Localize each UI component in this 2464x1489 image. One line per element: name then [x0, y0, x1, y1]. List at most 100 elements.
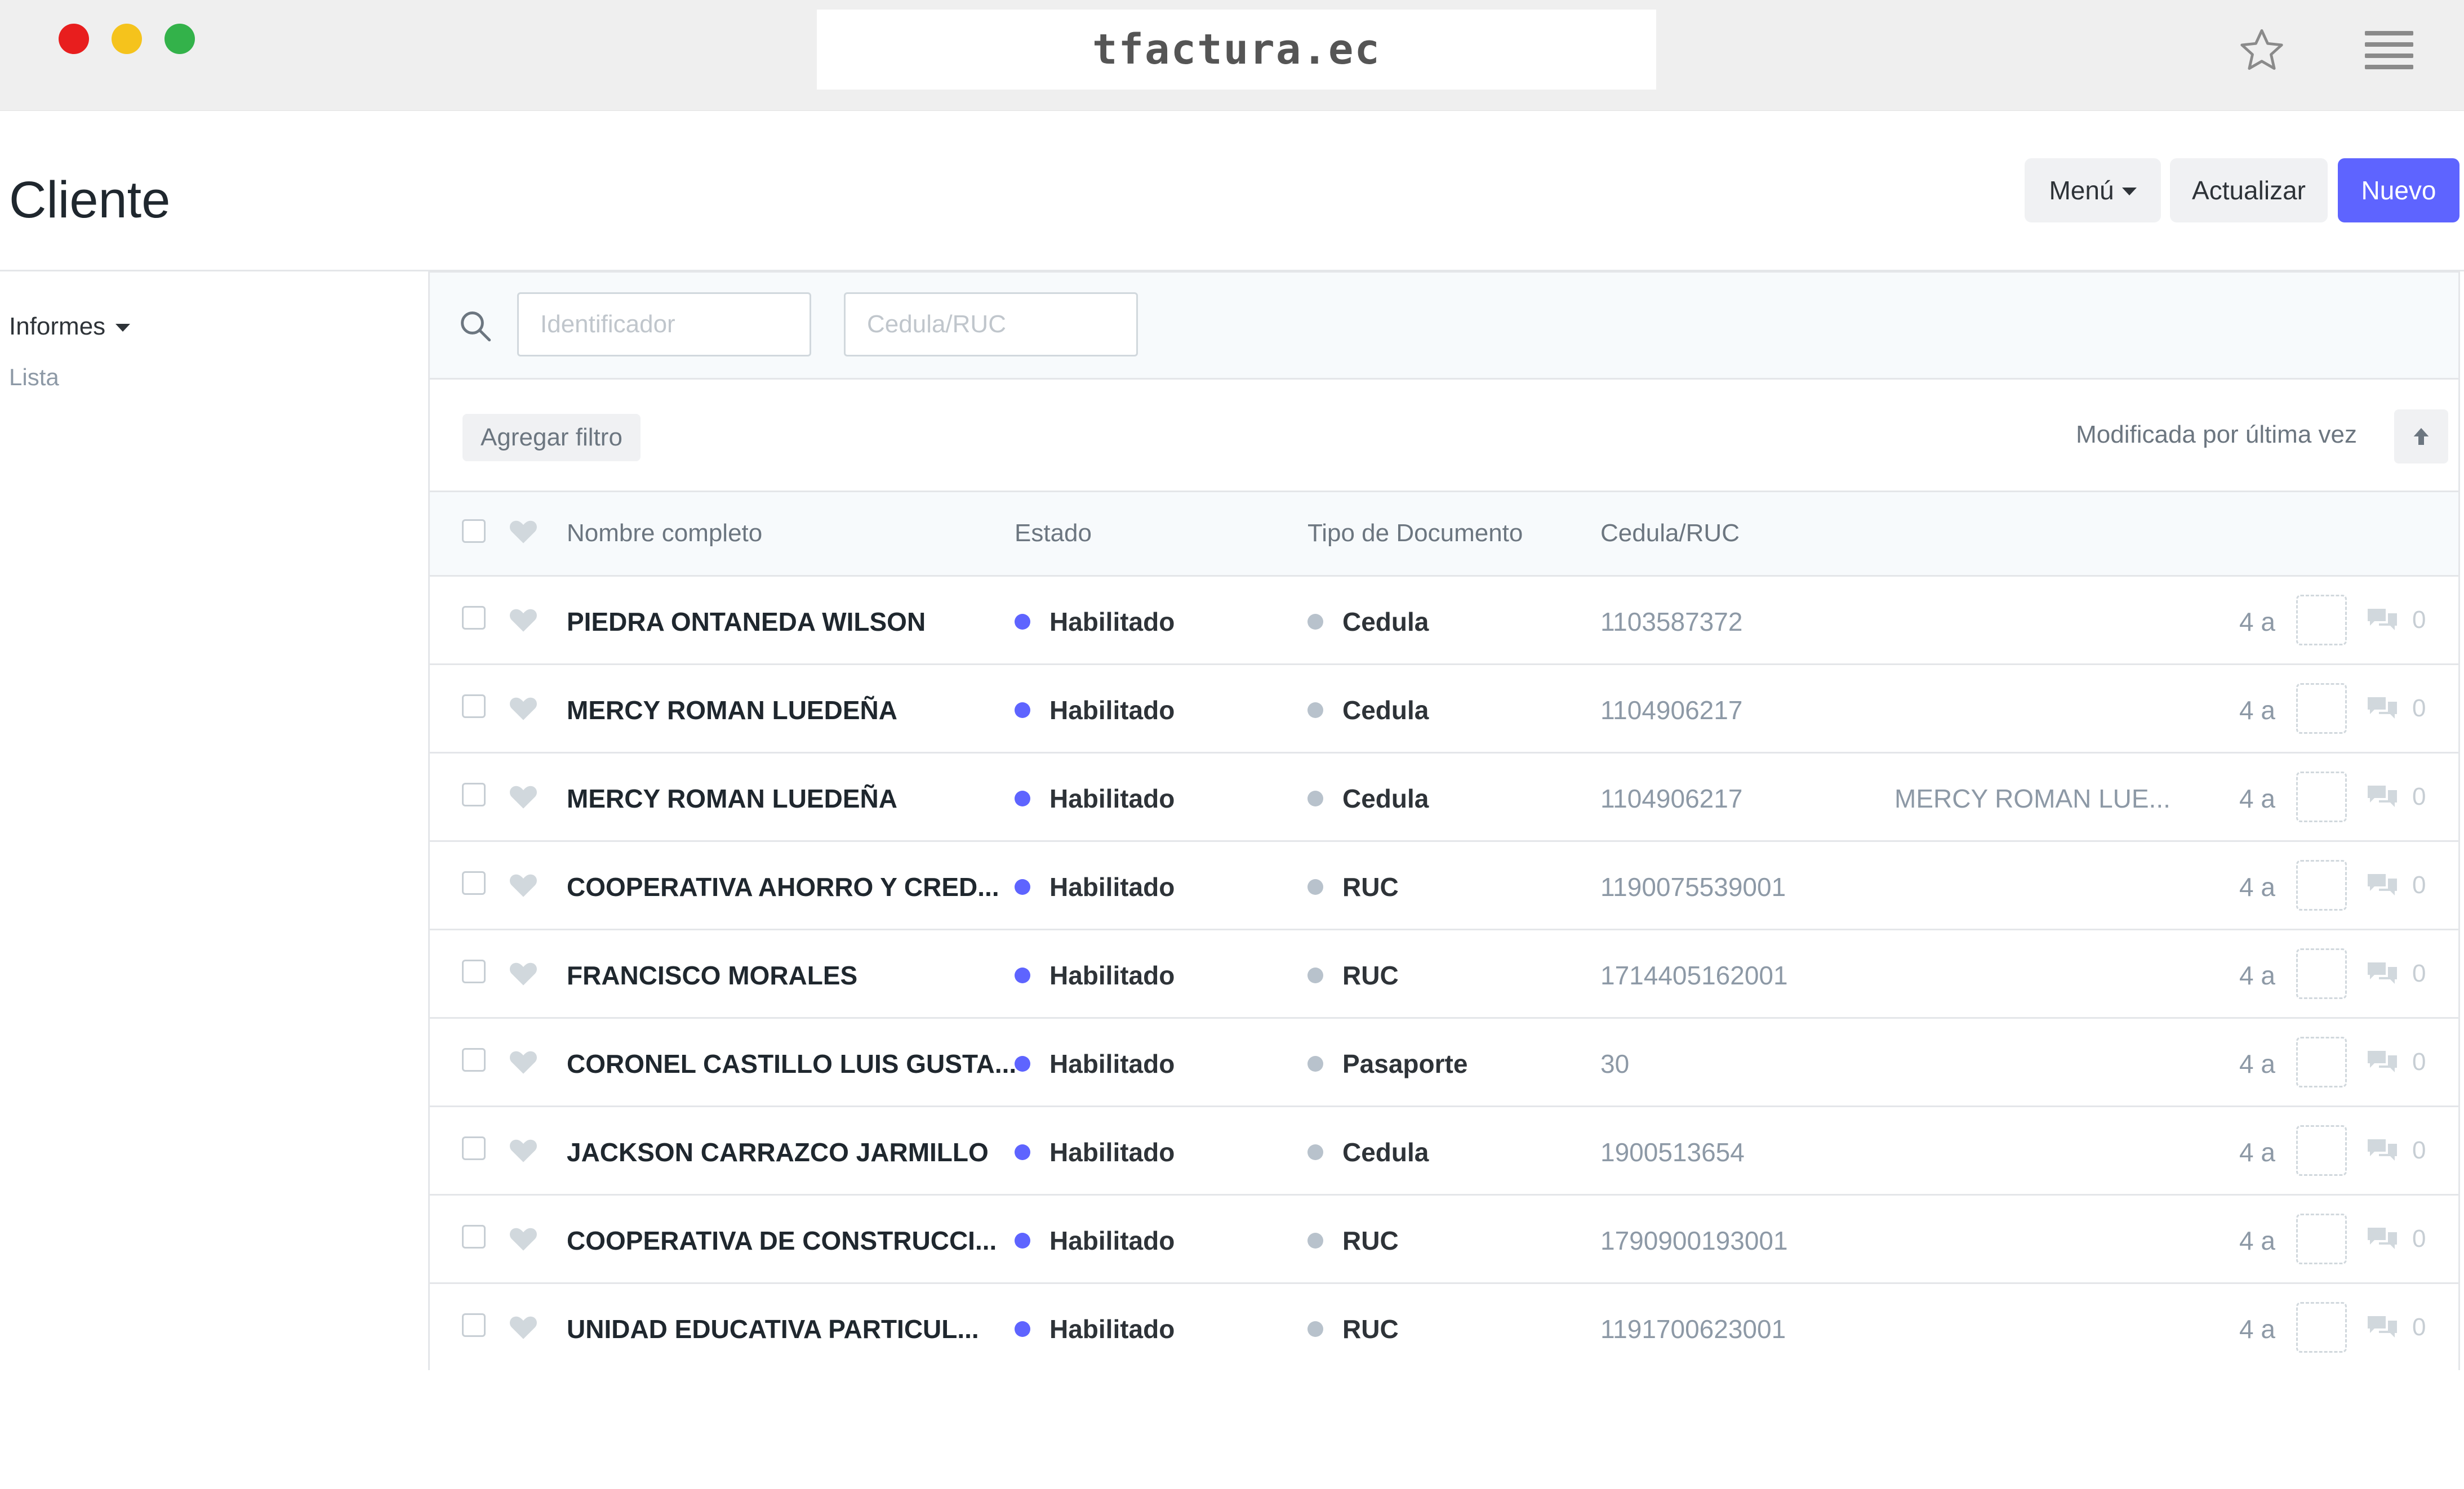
- assigned-avatar-placeholder[interactable]: [2296, 595, 2347, 645]
- client-name-link[interactable]: PIEDRA ONTANEDA WILSON: [567, 607, 926, 637]
- table-row[interactable]: MERCY ROMAN LUEDEÑA Habilitado Cedula 11…: [430, 665, 2458, 754]
- doc-type-dot-icon: [1307, 702, 1323, 718]
- identifier-filter-input[interactable]: [517, 292, 811, 356]
- assigned-avatar-placeholder[interactable]: [2296, 948, 2347, 999]
- table-row[interactable]: FRANCISCO MORALES Habilitado RUC 1714405…: [430, 930, 2458, 1019]
- arrow-up-icon: [2413, 428, 2429, 445]
- comment-count[interactable]: 0: [2365, 871, 2426, 899]
- heart-icon[interactable]: [509, 871, 538, 898]
- doc-type-indicator: Cedula: [1307, 783, 1429, 814]
- status-label: Habilitado: [1049, 1138, 1175, 1167]
- column-header-doc-type[interactable]: Tipo de Documento: [1307, 519, 1523, 547]
- comment-count-label: 0: [2412, 871, 2426, 899]
- doc-type-label: RUC: [1342, 872, 1399, 902]
- table-row[interactable]: UNIDAD EDUCATIVA PARTICUL... Habilitado …: [430, 1284, 2458, 1372]
- doc-type-indicator: RUC: [1307, 960, 1399, 991]
- assigned-avatar-placeholder[interactable]: [2296, 772, 2347, 822]
- heart-icon[interactable]: [509, 1048, 538, 1075]
- sidebar-item-list[interactable]: Lista: [9, 364, 59, 391]
- ruc-value: 1104906217: [1600, 696, 1743, 725]
- sidebar-reports-dropdown[interactable]: Informes: [9, 313, 131, 341]
- comment-count[interactable]: 0: [2365, 783, 2426, 811]
- row-checkbox[interactable]: [462, 960, 486, 983]
- hamburger-menu-icon[interactable]: [2365, 31, 2413, 70]
- maximize-window-dot[interactable]: [164, 24, 195, 54]
- assigned-avatar-placeholder[interactable]: [2296, 1214, 2347, 1264]
- status-indicator: Habilitado: [1015, 1314, 1175, 1344]
- row-checkbox[interactable]: [462, 606, 486, 630]
- list-panel: Agregar filtro Modificada por última vez…: [428, 271, 2460, 1372]
- assigned-avatar-placeholder[interactable]: [2296, 860, 2347, 911]
- comment-count[interactable]: 0: [2365, 1048, 2426, 1076]
- column-header-ruc[interactable]: Cedula/RUC: [1600, 519, 1740, 547]
- client-name-link[interactable]: COOPERATIVA AHORRO Y CRED...: [567, 872, 999, 902]
- assigned-avatar-placeholder[interactable]: [2296, 683, 2347, 734]
- address-bar[interactable]: tfactura.ec: [817, 10, 1656, 90]
- column-header-status[interactable]: Estado: [1015, 519, 1092, 547]
- bookmark-star-icon[interactable]: [2236, 25, 2287, 76]
- ruc-value: 1900513654: [1600, 1138, 1745, 1167]
- assigned-avatar-placeholder[interactable]: [2296, 1302, 2347, 1353]
- new-record-button[interactable]: Nuevo: [2338, 158, 2459, 222]
- client-name-link[interactable]: FRANCISCO MORALES: [567, 960, 857, 991]
- row-checkbox[interactable]: [462, 1048, 486, 1072]
- heart-icon[interactable]: [509, 1313, 538, 1340]
- client-name-link[interactable]: MERCY ROMAN LUEDEÑA: [567, 783, 897, 814]
- add-filter-button[interactable]: Agregar filtro: [462, 414, 641, 461]
- heart-icon[interactable]: [509, 694, 538, 721]
- table-row[interactable]: JACKSON CARRAZCO JARMILLO Habilitado Ced…: [430, 1107, 2458, 1196]
- table-row[interactable]: COOPERATIVA AHORRO Y CRED... Habilitado …: [430, 842, 2458, 930]
- sort-by-selector[interactable]: Modificada por última vez: [2076, 421, 2357, 449]
- ruc-value: 30: [1600, 1049, 1630, 1078]
- comment-count[interactable]: 0: [2365, 606, 2426, 634]
- assigned-avatar-placeholder[interactable]: [2296, 1125, 2347, 1176]
- client-name-link[interactable]: COOPERATIVA DE CONSTRUCCI...: [567, 1225, 997, 1256]
- status-indicator: Habilitado: [1015, 1049, 1175, 1079]
- ruc-value: 1190075539001: [1600, 872, 1786, 902]
- table-row[interactable]: PIEDRA ONTANEDA WILSON Habilitado Cedula…: [430, 577, 2458, 665]
- row-checkbox[interactable]: [462, 1225, 486, 1249]
- heart-icon[interactable]: [509, 960, 538, 987]
- heart-icon[interactable]: [509, 518, 538, 545]
- row-checkbox[interactable]: [462, 871, 486, 895]
- select-all-checkbox[interactable]: [462, 519, 486, 543]
- client-name-link[interactable]: MERCY ROMAN LUEDEÑA: [567, 695, 897, 725]
- comment-count-label: 0: [2412, 783, 2426, 810]
- doc-type-dot-icon: [1307, 879, 1323, 895]
- row-checkbox[interactable]: [462, 694, 486, 718]
- client-name-link[interactable]: CORONEL CASTILLO LUIS GUSTA...: [567, 1049, 1016, 1079]
- minimize-window-dot[interactable]: [112, 24, 142, 54]
- client-name-link[interactable]: UNIDAD EDUCATIVA PARTICUL...: [567, 1314, 979, 1344]
- row-checkbox[interactable]: [462, 1136, 486, 1160]
- comment-count-label: 0: [2412, 606, 2426, 634]
- status-dot-icon: [1015, 879, 1030, 895]
- comments-icon: [2368, 1139, 2397, 1161]
- comment-count[interactable]: 0: [2365, 694, 2426, 723]
- table-row[interactable]: COOPERATIVA DE CONSTRUCCI... Habilitado …: [430, 1196, 2458, 1284]
- assigned-avatar-placeholder[interactable]: [2296, 1037, 2347, 1087]
- comment-count[interactable]: 0: [2365, 960, 2426, 988]
- refresh-button[interactable]: Actualizar: [2170, 158, 2328, 222]
- menu-dropdown-button[interactable]: Menú: [2025, 158, 2161, 222]
- table-row[interactable]: MERCY ROMAN LUEDEÑA Habilitado Cedula 11…: [430, 754, 2458, 842]
- heart-icon[interactable]: [509, 606, 538, 633]
- heart-icon[interactable]: [509, 1136, 538, 1163]
- close-window-dot[interactable]: [59, 24, 89, 54]
- comment-count[interactable]: 0: [2365, 1225, 2426, 1253]
- doc-type-label: Cedula: [1342, 784, 1429, 813]
- heart-icon[interactable]: [509, 783, 538, 810]
- ruc-filter-input[interactable]: [844, 292, 1138, 356]
- row-checkbox[interactable]: [462, 1313, 486, 1337]
- client-name-link[interactable]: JACKSON CARRAZCO JARMILLO: [567, 1137, 989, 1167]
- heart-icon[interactable]: [509, 1225, 538, 1252]
- modified-age: 4 a: [2239, 696, 2275, 725]
- doc-type-label: RUC: [1342, 1226, 1399, 1255]
- comment-count[interactable]: 0: [2365, 1313, 2426, 1341]
- comment-count-label: 0: [2412, 1048, 2426, 1076]
- sort-order-button[interactable]: [2394, 409, 2448, 463]
- status-dot-icon: [1015, 614, 1030, 630]
- table-row[interactable]: CORONEL CASTILLO LUIS GUSTA... Habilitad…: [430, 1019, 2458, 1107]
- column-header-name[interactable]: Nombre completo: [567, 519, 762, 547]
- comment-count[interactable]: 0: [2365, 1136, 2426, 1165]
- row-checkbox[interactable]: [462, 783, 486, 806]
